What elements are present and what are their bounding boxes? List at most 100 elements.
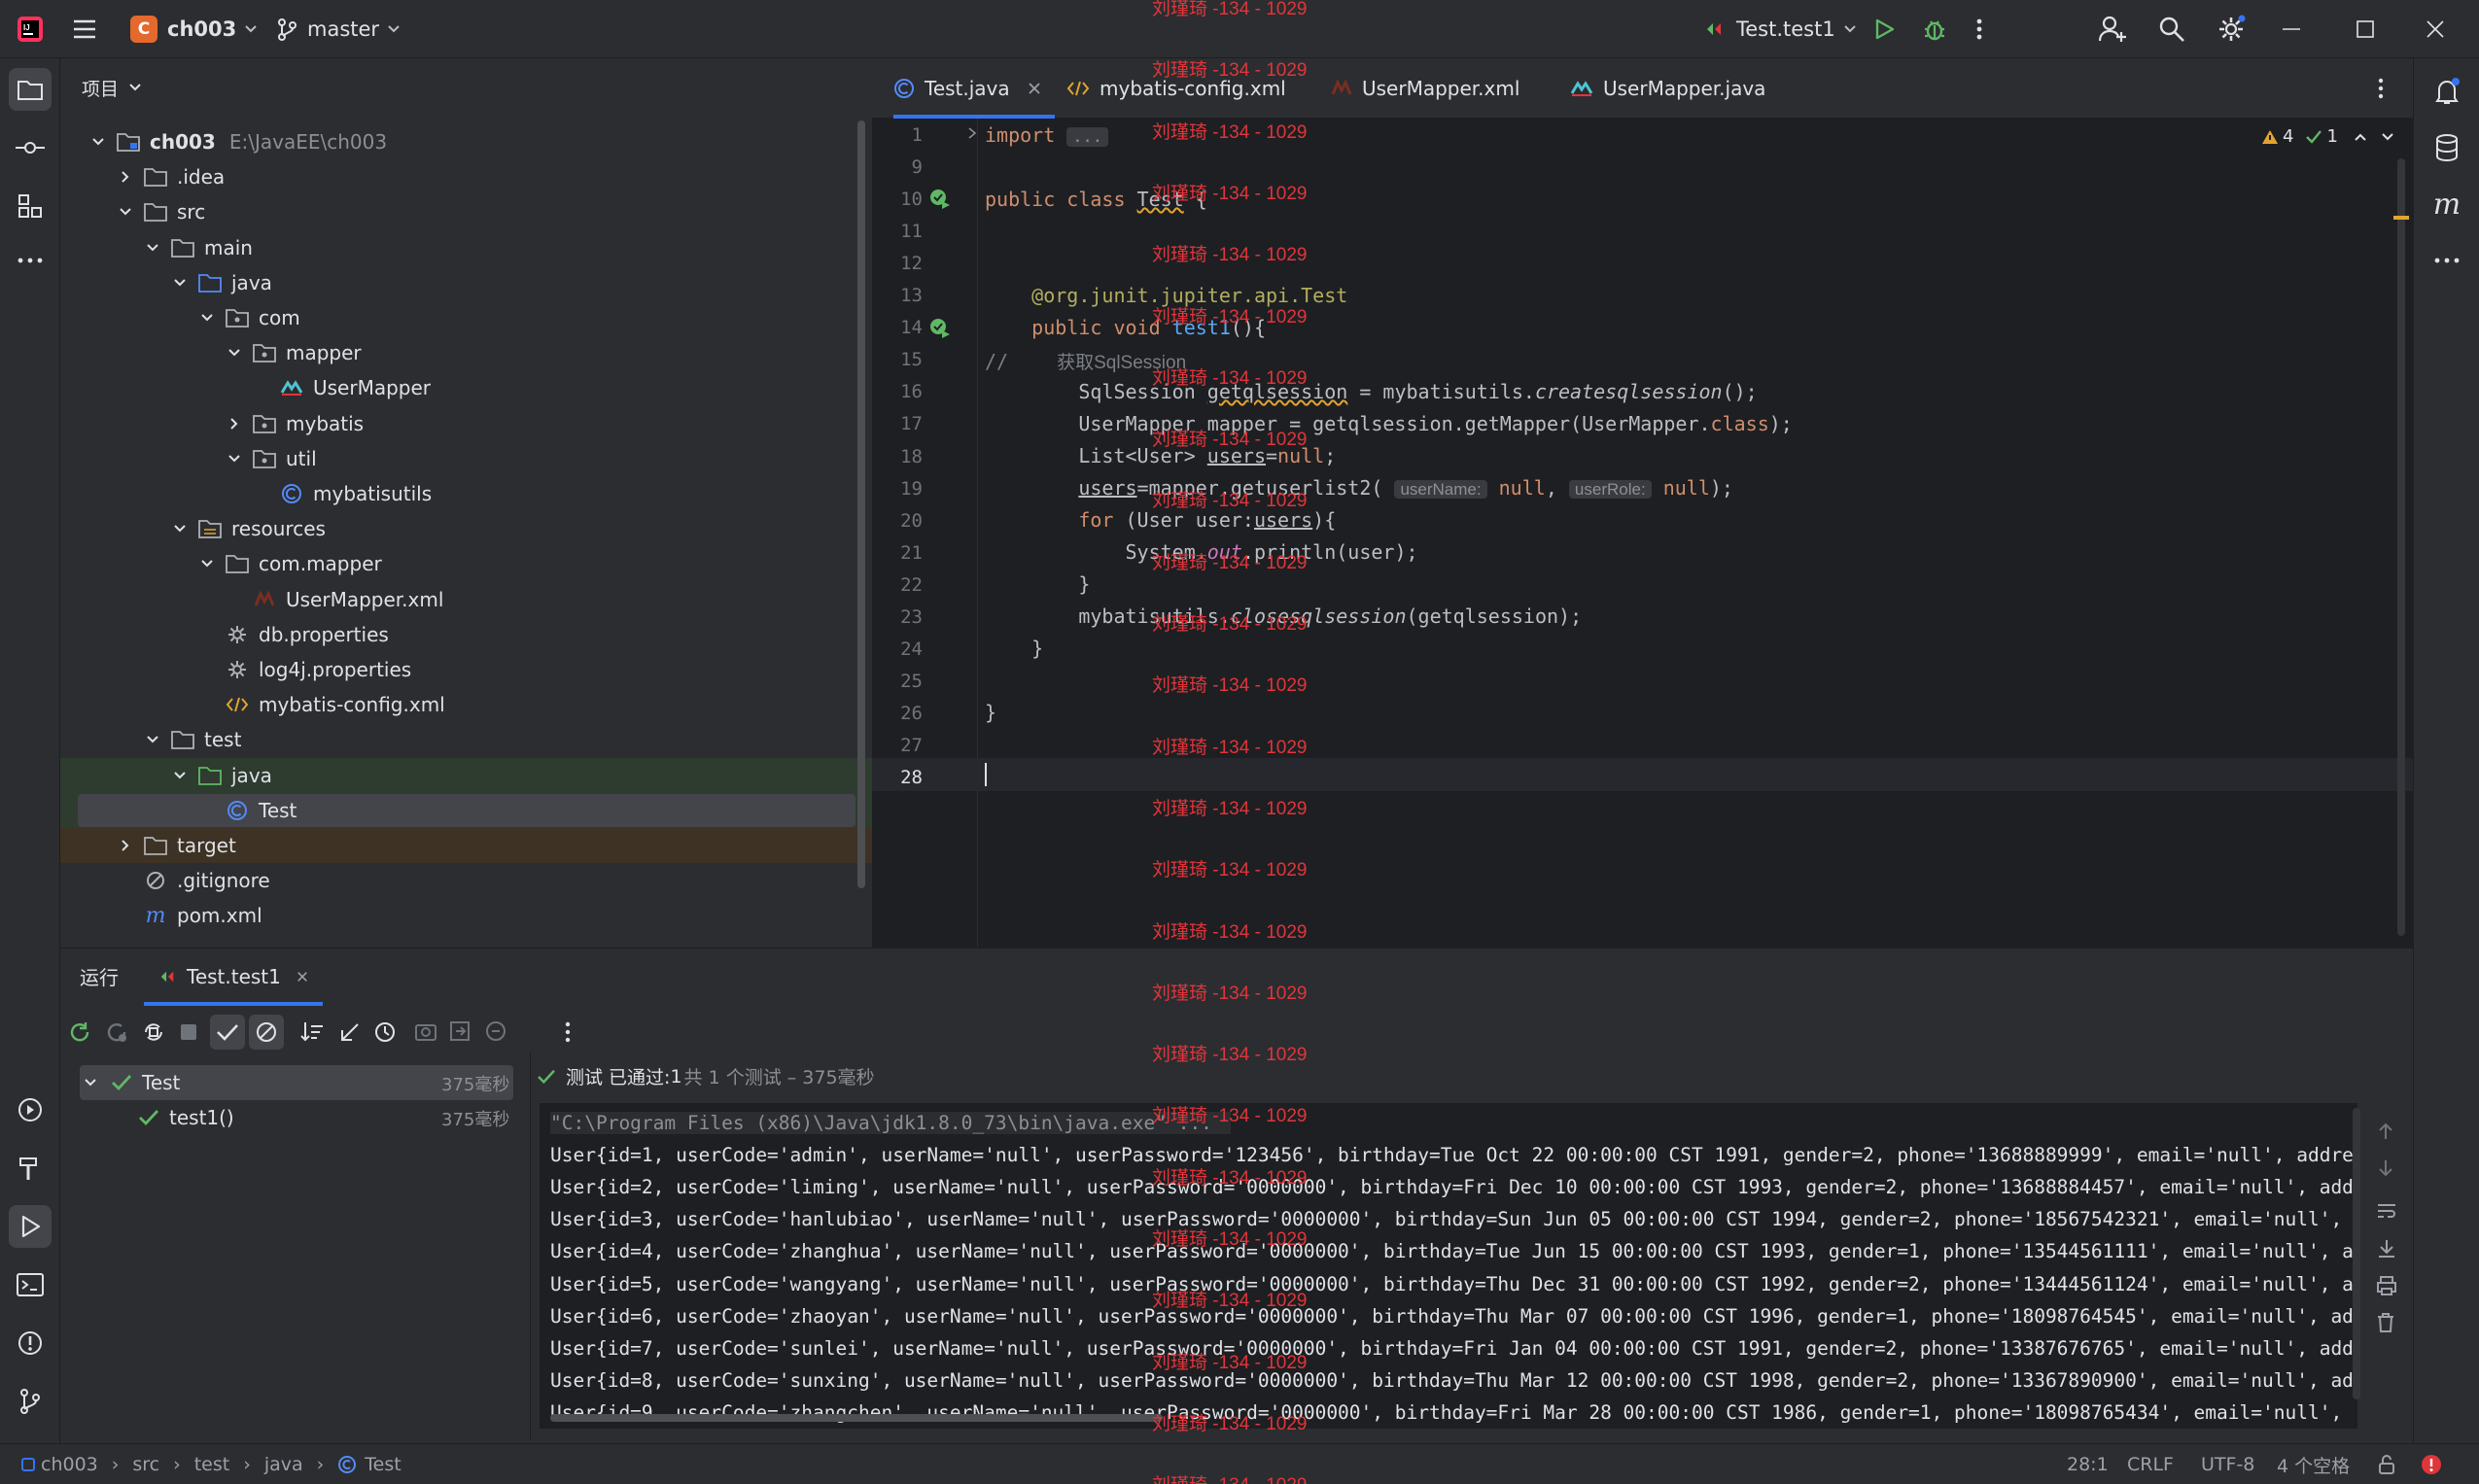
breadcrumb-item[interactable]: Test: [365, 1454, 401, 1475]
structure-tool-button[interactable]: [9, 185, 52, 227]
build-tool-button[interactable]: [9, 1147, 52, 1190]
git-tool-button[interactable]: [9, 1380, 52, 1423]
show-ignored-toggle[interactable]: [249, 1015, 284, 1050]
chevron-down-icon[interactable]: [198, 313, 216, 323]
tab-usermapper-java[interactable]: UserMapper.java: [1570, 58, 1765, 119]
run-test-method-gutter-icon[interactable]: [928, 317, 952, 340]
more-actions-button[interactable]: [564, 1020, 572, 1044]
debug-button[interactable]: [1923, 0, 1946, 58]
test-tree-item-test[interactable]: Test: [84, 1068, 180, 1097]
tab-options-button[interactable]: [2377, 58, 2385, 119]
indent-setting[interactable]: 4 个空格: [2277, 1444, 2350, 1484]
breadcrumb-item[interactable]: ch003: [41, 1454, 98, 1475]
scroll-up-button[interactable]: [2376, 1122, 2395, 1141]
more-actions-button[interactable]: [1975, 0, 1983, 58]
caret-position[interactable]: 28:1: [2067, 1444, 2109, 1484]
run-test-class-gutter-icon[interactable]: [928, 188, 952, 211]
inspection-widget[interactable]: 4 1: [2261, 126, 2394, 147]
tree-item-usermapper-xml[interactable]: UserMapper.xml: [60, 582, 872, 617]
chevron-right-icon[interactable]: [226, 417, 243, 431]
chevron-down-icon[interactable]: [226, 348, 243, 358]
settings-button[interactable]: [2217, 0, 2246, 58]
sort-alphabetically-button[interactable]: [299, 1020, 325, 1044]
window-close-button[interactable]: [2427, 0, 2444, 58]
run-tab-test-test1[interactable]: Test.test1: [144, 948, 322, 1006]
tree-item-com-mapper[interactable]: com.mapper: [60, 546, 872, 581]
collapse-all-button[interactable]: [338, 1020, 362, 1044]
more-tools-button[interactable]: [2426, 239, 2468, 282]
test-history-button[interactable]: [373, 1020, 397, 1044]
tree-item-mapper[interactable]: mapper: [60, 335, 872, 370]
chevron-down-icon[interactable]: [171, 771, 189, 780]
folded-imports[interactable]: ...: [1066, 127, 1109, 147]
chevron-right-icon[interactable]: [117, 170, 134, 184]
services-tool-button[interactable]: [9, 1088, 52, 1131]
scroll-to-end-button[interactable]: [2376, 1238, 2397, 1260]
tree-item-test[interactable]: test: [60, 722, 872, 757]
tree-item-util[interactable]: util: [60, 441, 872, 476]
maven-tool-button[interactable]: m: [2426, 183, 2468, 225]
chevron-down-icon[interactable]: [144, 243, 161, 253]
chevron-down-icon[interactable]: [144, 735, 161, 744]
editor-scrollbar[interactable]: [2397, 158, 2405, 936]
project-panel-header[interactable]: 项目: [60, 58, 872, 117]
chevron-down-icon[interactable]: [171, 278, 189, 288]
chevron-down-icon[interactable]: [2381, 132, 2394, 142]
breadcrumb-item[interactable]: test: [194, 1454, 230, 1475]
file-encoding[interactable]: UTF-8: [2201, 1444, 2254, 1484]
chevron-down-icon[interactable]: [171, 524, 189, 534]
close-icon[interactable]: [1028, 82, 1041, 95]
project-tree-scrollbar[interactable]: [857, 121, 865, 888]
soft-wrap-button[interactable]: [2376, 1201, 2397, 1221]
tree-item-resources[interactable]: resources: [60, 511, 872, 546]
window-maximize-button[interactable]: [2357, 0, 2374, 58]
database-tool-button[interactable]: [2426, 126, 2468, 169]
notifications-button[interactable]: [2426, 70, 2468, 113]
fold-arrow-icon[interactable]: [966, 126, 978, 140]
breadcrumb-item[interactable]: src: [132, 1454, 159, 1475]
commit-tool-button[interactable]: [9, 126, 52, 169]
toggle-auto-test-button[interactable]: [142, 1020, 165, 1044]
export-tests-button[interactable]: [484, 1020, 507, 1042]
import-tests-button[interactable]: [449, 1020, 471, 1042]
terminal-tool-button[interactable]: [9, 1263, 52, 1306]
tab-usermapper-xml[interactable]: UserMapper.xml: [1331, 58, 1519, 119]
show-passed-toggle[interactable]: [210, 1015, 245, 1050]
project-switcher[interactable]: C ch003: [130, 0, 258, 58]
readonly-toggle[interactable]: [2378, 1444, 2395, 1484]
run-tool-button[interactable]: [9, 1205, 52, 1248]
tree-item-gitignore[interactable]: .gitignore: [60, 863, 872, 898]
tree-item-pom-xml[interactable]: m pom.xml: [60, 898, 872, 933]
line-separator[interactable]: CRLF: [2127, 1444, 2174, 1484]
tree-item-main[interactable]: main: [60, 230, 872, 265]
chevron-down-icon[interactable]: [117, 207, 134, 217]
clear-all-button[interactable]: [2376, 1312, 2395, 1333]
error-stripe-mark[interactable]: [2393, 216, 2409, 220]
breadcrumb-item[interactable]: java: [264, 1454, 303, 1475]
tree-item-target[interactable]: target: [60, 828, 872, 863]
code-editor[interactable]: [872, 119, 2413, 948]
problems-tool-button[interactable]: [9, 1322, 52, 1364]
tree-item-idea[interactable]: .idea: [60, 159, 872, 194]
print-button[interactable]: [2376, 1275, 2397, 1296]
main-menu-button[interactable]: [72, 0, 97, 58]
console-vertical-scrollbar[interactable]: [2353, 1108, 2360, 1399]
chevron-down-icon[interactable]: [226, 454, 243, 464]
close-icon[interactable]: [297, 971, 308, 983]
chevron-right-icon[interactable]: [117, 839, 134, 852]
console-horizontal-scrollbar[interactable]: [550, 1414, 1163, 1422]
screenshot-button[interactable]: [414, 1020, 437, 1042]
window-minimize-button[interactable]: [2283, 0, 2300, 58]
tree-item-db-properties[interactable]: db.properties: [60, 617, 872, 652]
tree-item-mybatis[interactable]: mybatis: [60, 406, 872, 441]
error-indicator[interactable]: [2421, 1444, 2442, 1484]
search-everywhere-button[interactable]: [2158, 0, 2185, 58]
tree-item-mybatisutils[interactable]: mybatisutils: [60, 476, 872, 511]
more-tools-button[interactable]: [9, 239, 52, 282]
tree-item-log4j-properties[interactable]: log4j.properties: [60, 652, 872, 687]
app-logo-icon[interactable]: IJ: [16, 0, 45, 58]
tree-item-usermapper[interactable]: UserMapper: [60, 370, 872, 405]
vcs-branch-switcher[interactable]: master: [276, 0, 401, 58]
tree-item-ch003[interactable]: ch003 E:\JavaEE\ch003: [60, 124, 872, 159]
chevron-down-icon[interactable]: [89, 137, 107, 147]
